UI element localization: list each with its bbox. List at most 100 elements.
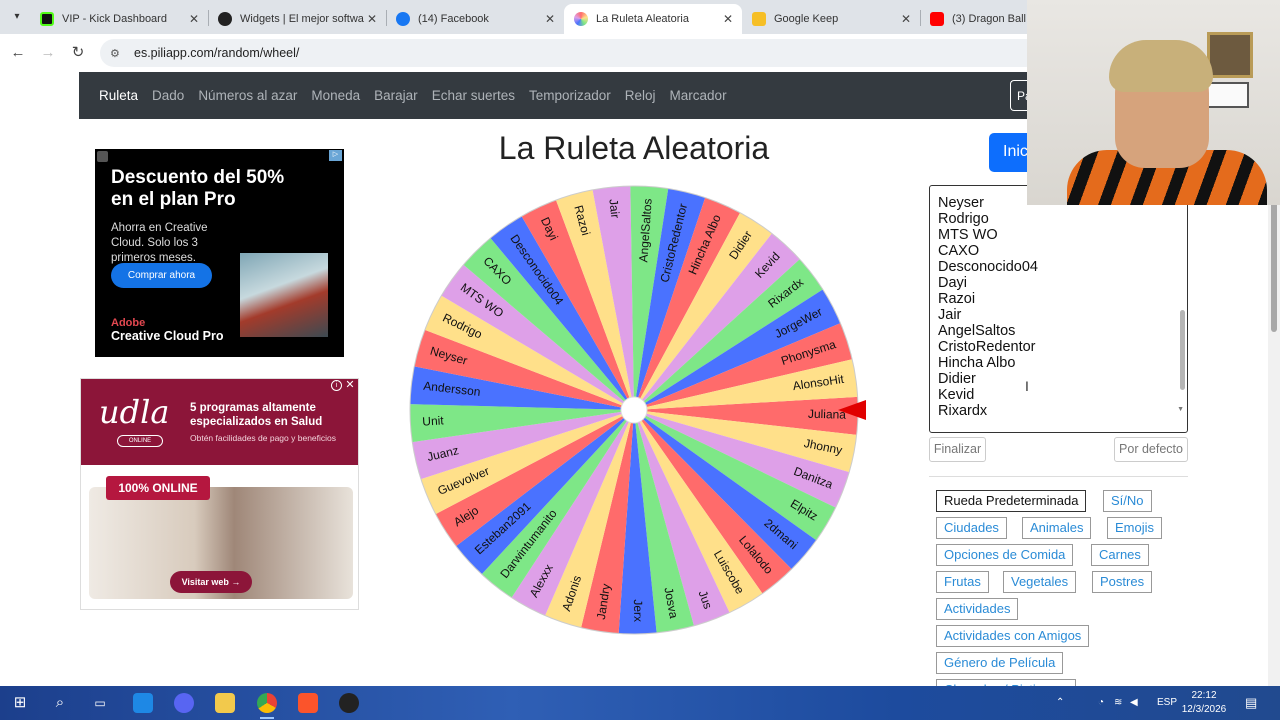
preset-sí-no[interactable]: Sí/No bbox=[1103, 490, 1152, 512]
piliapp-icon bbox=[574, 12, 588, 26]
nav-dado[interactable]: Dado bbox=[152, 88, 184, 103]
search-icon[interactable]: ⌕ bbox=[50, 693, 70, 713]
preset-ciudades[interactable]: Ciudades bbox=[936, 517, 1007, 539]
notifications-icon[interactable]: ▤ bbox=[1245, 686, 1257, 720]
url-text: es.piliapp.com/random/wheel/ bbox=[134, 46, 300, 60]
entry-item: Jair bbox=[938, 307, 962, 323]
windows-start-icon[interactable]: ⊞ bbox=[10, 693, 30, 713]
nav-echar-suertes[interactable]: Echar suertes bbox=[432, 88, 515, 103]
close-tab-icon[interactable]: ✕ bbox=[720, 12, 736, 26]
network-icon[interactable]: ◔ bbox=[1098, 686, 1104, 720]
tab-facebook[interactable]: (14) Facebook ✕ bbox=[386, 4, 564, 34]
preset-emojis[interactable]: Emojis bbox=[1107, 517, 1163, 539]
info-icon[interactable]: i bbox=[331, 380, 342, 391]
finalize-button[interactable]: Finalizar bbox=[929, 437, 986, 462]
wheel-label: Jair bbox=[606, 198, 622, 219]
task-view-icon[interactable]: ▭ bbox=[90, 693, 110, 713]
chrome-icon[interactable] bbox=[257, 693, 277, 713]
wheel-label: Jerx bbox=[631, 599, 645, 622]
textarea-scrollbar[interactable] bbox=[1180, 310, 1185, 390]
tab-title: Google Keep bbox=[774, 13, 839, 25]
back-icon[interactable]: ← bbox=[7, 42, 29, 64]
entry-item: Desconocido04 bbox=[938, 259, 1038, 275]
tab-kick[interactable]: VIP - Kick Dashboard ✕ bbox=[30, 4, 208, 34]
roulette-wheel[interactable]: JulianaJhonnyDanitzaElpitz2dmaniLolalodo… bbox=[408, 184, 860, 636]
discord-icon[interactable] bbox=[174, 693, 194, 713]
preset-actividades[interactable]: Actividades bbox=[936, 598, 1019, 620]
nav-moneda[interactable]: Moneda bbox=[311, 88, 360, 103]
tray-chevron-icon[interactable]: ⌃ bbox=[1056, 686, 1064, 720]
webcam-overlay bbox=[1027, 0, 1280, 205]
preset-actividades-con-amigos[interactable]: Actividades con Amigos bbox=[936, 625, 1090, 647]
kick-icon bbox=[40, 12, 54, 26]
address-bar[interactable]: ⚙ es.piliapp.com/random/wheel/ bbox=[100, 39, 1040, 67]
facebook-icon bbox=[396, 12, 410, 26]
ad-cta-button[interactable]: Comprar ahora bbox=[111, 263, 212, 288]
tab-widgets[interactable]: Widgets | El mejor software ✕ bbox=[208, 4, 386, 34]
obs-icon[interactable] bbox=[339, 693, 359, 713]
preset-opciones-de-comida[interactable]: Opciones de Comida bbox=[936, 544, 1074, 566]
scrollbar-thumb[interactable] bbox=[1271, 202, 1277, 332]
wheel-hub[interactable] bbox=[620, 396, 648, 424]
adobe-ad[interactable]: ▷ Descuento del 50% en el plan Pro Ahorr… bbox=[95, 149, 344, 357]
text-cursor-icon: Ι bbox=[1025, 378, 1029, 394]
close-tab-icon[interactable]: ✕ bbox=[898, 12, 914, 26]
nav-marcador[interactable]: Marcador bbox=[670, 88, 727, 103]
preset-frutas[interactable]: Frutas bbox=[936, 571, 989, 593]
shield-icon bbox=[97, 151, 108, 162]
file-explorer-icon[interactable] bbox=[215, 693, 235, 713]
preset-carnes[interactable]: Carnes bbox=[1091, 544, 1149, 566]
tab-title: Widgets | El mejor software bbox=[240, 13, 364, 25]
nav-temporizador[interactable]: Temporizador bbox=[529, 88, 611, 103]
ad-product: Creative Cloud Pro bbox=[111, 329, 224, 343]
close-tab-icon[interactable]: ✕ bbox=[542, 12, 558, 26]
entry-item: Razoi bbox=[938, 291, 976, 307]
nav-barajar[interactable]: Barajar bbox=[374, 88, 418, 103]
preset-animales[interactable]: Animales bbox=[1022, 517, 1092, 539]
entry-item: AngelSaltos bbox=[938, 323, 1016, 339]
forward-icon[interactable]: → bbox=[37, 42, 59, 64]
tab-title: La Ruleta Aleatoria bbox=[596, 13, 689, 25]
preset-vegetales[interactable]: Vegetales bbox=[1003, 571, 1077, 593]
close-icon[interactable]: ✕ bbox=[344, 379, 356, 391]
tab-youtube[interactable]: (3) Dragon Ball Z - bbox=[920, 4, 1027, 34]
udla-logo: udla bbox=[99, 393, 170, 431]
wheel-pointer-icon bbox=[838, 400, 866, 420]
preset-rueda-predeterminada[interactable]: Rueda Predeterminada bbox=[936, 490, 1087, 512]
close-tab-icon[interactable]: ✕ bbox=[186, 12, 202, 26]
scroll-down-icon[interactable]: ▼ bbox=[1177, 406, 1184, 413]
nav-ruleta[interactable]: Ruleta bbox=[99, 88, 138, 103]
preset-género-de-película[interactable]: Género de Película bbox=[936, 652, 1064, 674]
entry-item: CAXO bbox=[938, 243, 980, 259]
entry-item: Dayi bbox=[938, 275, 968, 291]
nav-numeros[interactable]: Números al azar bbox=[198, 88, 297, 103]
divider bbox=[929, 476, 1188, 477]
reload-icon[interactable]: ↻ bbox=[67, 42, 89, 64]
default-button[interactable]: Por defecto bbox=[1114, 437, 1188, 462]
clock-time: 22:12 bbox=[1191, 690, 1217, 701]
keep-icon bbox=[752, 12, 766, 26]
tab-search-icon[interactable]: ▾ bbox=[8, 8, 26, 26]
udla-ad[interactable]: udla ONLINE 5 programas altamente especi… bbox=[80, 378, 359, 610]
ad-cta-button[interactable]: Visitar web → bbox=[170, 571, 252, 593]
ad-brand: Adobe bbox=[111, 317, 146, 329]
wifi-icon[interactable]: ≋ bbox=[1114, 686, 1122, 720]
close-tab-icon[interactable]: ✕ bbox=[364, 12, 380, 26]
tab-google-keep[interactable]: Google Keep ✕ bbox=[742, 4, 920, 34]
nav-reloj[interactable]: Reloj bbox=[625, 88, 656, 103]
brave-icon[interactable] bbox=[298, 693, 318, 713]
preset-charadas-pictionary[interactable]: Charadas / Pictionary bbox=[936, 679, 1077, 686]
entry-item: Rodrigo bbox=[938, 211, 989, 227]
entries-textarea[interactable]: Neyser Rodrigo MTS WO CAXO Desconocido04 Dayi… bbox=[929, 185, 1188, 433]
site-info-icon[interactable]: ⚙ bbox=[110, 47, 126, 60]
language-indicator[interactable]: ESP bbox=[1157, 686, 1177, 720]
active-app-indicator bbox=[260, 717, 274, 719]
system-clock[interactable]: 22:12 12/3/2026 bbox=[1180, 689, 1228, 717]
start-button[interactable]: Inic bbox=[989, 133, 1029, 172]
adchoices-icon[interactable]: ▷ bbox=[329, 150, 342, 161]
volume-icon[interactable]: ◀ bbox=[1130, 686, 1138, 720]
preset-postres[interactable]: Postres bbox=[1092, 571, 1153, 593]
tab-ruleta[interactable]: La Ruleta Aleatoria ✕ bbox=[564, 4, 742, 34]
clock-date: 12/3/2026 bbox=[1181, 704, 1227, 715]
store-icon[interactable] bbox=[133, 693, 153, 713]
